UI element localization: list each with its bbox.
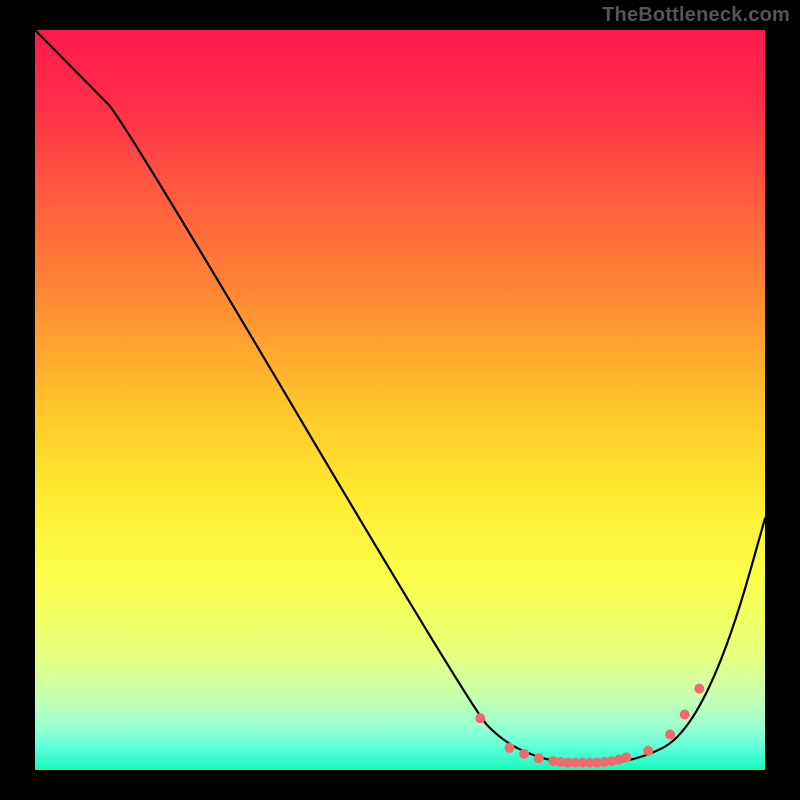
gradient-background — [35, 30, 765, 770]
marker-dot — [519, 749, 529, 759]
marker-dot — [694, 684, 704, 694]
marker-dot — [665, 730, 675, 740]
chart-svg — [35, 30, 765, 770]
marker-dot — [475, 713, 485, 723]
watermark-text: TheBottleneck.com — [602, 4, 790, 27]
marker-dot — [680, 710, 690, 720]
marker-dot — [505, 743, 515, 753]
marker-dot — [643, 746, 653, 756]
marker-dot — [534, 753, 544, 763]
plot-area — [35, 30, 765, 770]
marker-dot — [621, 752, 631, 762]
chart-frame: TheBottleneck.com — [0, 0, 800, 800]
